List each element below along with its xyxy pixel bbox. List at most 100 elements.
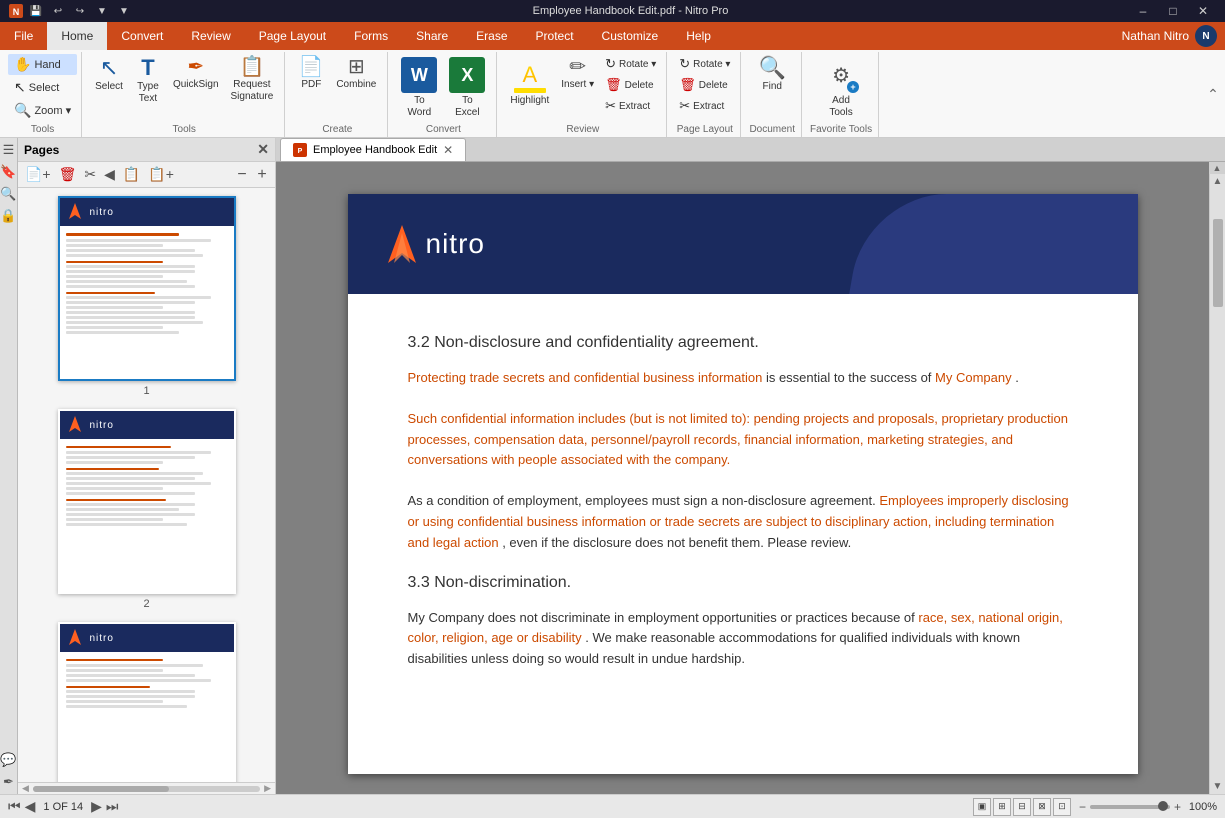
panel-icon-security[interactable]: 🔒 [0,208,16,224]
zoom-tool-btn[interactable]: 🔍 Zoom ▾ [8,100,77,121]
hand-tool-btn[interactable]: ✋ Hand [8,54,77,75]
nav-last-btn[interactable]: ⏭ [106,798,119,815]
view-grid-btn[interactable]: ⊟ [1013,798,1031,816]
extract-btn[interactable]: ✂ Extract [601,96,660,116]
rotate-btn[interactable]: ↻ Rotate ▾ [601,54,660,74]
menu-convert[interactable]: Convert [107,22,177,50]
window-title: Employee Handbook Edit.pdf - Nitro Pro [132,5,1129,17]
user-initial: N [1202,31,1209,42]
view-full-btn[interactable]: ⊠ [1033,798,1051,816]
menu-file[interactable]: File [0,22,47,50]
menu-share[interactable]: Share [402,22,462,50]
view-single-btn[interactable]: ▣ [973,798,991,816]
combine-btn[interactable]: ⊞ Combine [331,54,381,94]
delete-pl-btn[interactable]: 🗑 Delete [675,75,734,95]
pages-scrollbar-h[interactable]: ◀ ▶ [18,782,275,794]
panel-icon-bookmarks[interactable]: 🔖 [0,164,16,180]
nav-prev-btn[interactable]: ◀ [25,798,36,815]
tools-items: ↖ Select T TypeText ✒ QuickSign 📋 Reques… [90,54,278,122]
menu-help[interactable]: Help [672,22,725,50]
minimize-button[interactable]: – [1129,0,1157,22]
pages-toolbar-add[interactable]: 📄+ [22,165,54,184]
pages-zoom-in[interactable]: + [253,166,271,184]
pages-panel-close-btn[interactable]: ✕ [257,141,269,158]
status-left: ⏮ ◀ 1 OF 14 ▶ ⏭ [8,798,119,815]
add-tools-btn[interactable]: ⚙ + AddTools [818,54,864,122]
zoom-slider[interactable] [1090,805,1170,809]
scroll-down-arrow[interactable]: ▼ [1211,779,1225,794]
undo-quickbtn[interactable]: ↩ [50,3,66,19]
delete-btn[interactable]: 🗑 Delete [601,75,660,95]
menu-protect[interactable]: Protect [522,22,588,50]
select-tool-btn[interactable]: ↖ Select [8,77,77,98]
scroll-top-area: ▲ [276,162,1225,174]
page-thumb-3[interactable]: nitro 3 [58,622,236,782]
tools-label: Tools [173,122,196,135]
pages-toolbar-extract[interactable]: ✂ [81,165,99,184]
find-btn[interactable]: 🔍 Find [754,54,791,96]
menu-right: Nathan Nitro N [1122,22,1225,50]
redo-quickbtn[interactable]: ↪ [72,3,88,19]
rotate-pl-btn[interactable]: ↻ Rotate ▾ [675,54,734,74]
type-text-btn[interactable]: T TypeText [130,54,166,108]
page-thumb-1[interactable]: nitro [58,196,236,397]
review-items: A Highlight ✏ Insert ▾ ↻ Rotate ▾ 🗑 Dele… [505,54,660,122]
panel-icon-search[interactable]: 🔍 [0,186,16,202]
scroll-track[interactable] [1212,189,1224,779]
page-thumb-img-2: nitro [58,409,236,594]
menu-forms[interactable]: Forms [340,22,402,50]
highlight-btn[interactable]: A Highlight [505,54,554,110]
rotate-pl-icon: ↻ [679,56,690,72]
pages-toolbar-move-left[interactable]: ◀ [101,165,118,184]
select-btn[interactable]: ↖ Select [90,54,128,96]
to-word-btn[interactable]: W ToWord [396,54,442,122]
qa-extra-btn[interactable]: ▼ [116,3,132,19]
pagelayout-label: Page Layout [677,122,733,135]
quicksign-btn[interactable]: ✒ QuickSign [168,54,224,94]
cursor-icon: ↖ [14,79,26,96]
insert-btn[interactable]: ✏ Insert ▾ [556,54,599,94]
scroll-up-arrow[interactable]: ▲ [1211,174,1225,189]
request-sig-btn[interactable]: 📋 RequestSignature [226,54,279,106]
pages-toolbar-delete[interactable]: 🗑 [56,165,80,184]
pages-scrollbar-track[interactable] [33,786,260,792]
panel-icon-comment[interactable]: 💬 [0,752,16,768]
nav-next-btn[interactable]: ▶ [91,798,102,815]
window-controls: – □ ✕ [1129,0,1217,22]
title-bar-left: N 💾 ↩ ↪ ▼ ▼ [8,3,132,19]
ribbon-collapse-btn[interactable]: ⌃ [1205,52,1221,137]
doc-tab-1[interactable]: P Employee Handbook Edit ✕ [280,138,466,161]
menu-erase[interactable]: Erase [462,22,521,50]
maximize-button[interactable]: □ [1159,0,1187,22]
user-avatar[interactable]: N [1195,25,1217,47]
doc-tab-close-btn[interactable]: ✕ [443,143,453,157]
close-button[interactable]: ✕ [1189,0,1217,22]
panel-icon-pages[interactable]: ☰ [3,142,15,158]
nav-first-btn[interactable]: ⏮ [8,798,21,815]
menu-home[interactable]: Home [47,22,107,50]
pdf-btn[interactable]: 📄 PDF [293,54,329,94]
to-excel-btn[interactable]: X ToExcel [444,54,490,122]
zoom-out-btn[interactable]: − [1079,800,1086,814]
extract-pl-btn[interactable]: ✂ Extract [675,96,734,116]
pages-scrollbar-thumb [33,786,169,792]
pages-toolbar-copy[interactable]: 📋 [120,165,143,184]
qa-dropdown-btn[interactable]: ▼ [94,3,110,19]
menu-pagelayout[interactable]: Page Layout [245,22,340,50]
save-quickbtn[interactable]: 💾 [28,3,44,19]
create-label: Create [322,122,352,135]
scroll-top-btn[interactable]: ▲ [1209,162,1225,174]
doc-right-scrollbar[interactable]: ▲ ▼ [1209,174,1225,794]
zoom-bar: − + 100% [1079,800,1217,814]
pages-toolbar-paste[interactable]: 📋+ [145,165,177,184]
view-extra-btn[interactable]: ⊡ [1053,798,1071,816]
doc-scroll-area[interactable]: nitro 3.2 Non-disclosure and confidentia… [276,174,1209,794]
page-thumb-2[interactable]: nitro [58,409,236,610]
menu-customize[interactable]: Customize [588,22,673,50]
menu-review[interactable]: Review [177,22,244,50]
zoom-slider-thumb [1158,801,1168,811]
view-double-btn[interactable]: ⊞ [993,798,1011,816]
pages-zoom-out[interactable]: − [233,166,251,184]
zoom-in-btn[interactable]: + [1174,800,1181,814]
panel-icon-signature[interactable]: ✒ [3,774,14,790]
